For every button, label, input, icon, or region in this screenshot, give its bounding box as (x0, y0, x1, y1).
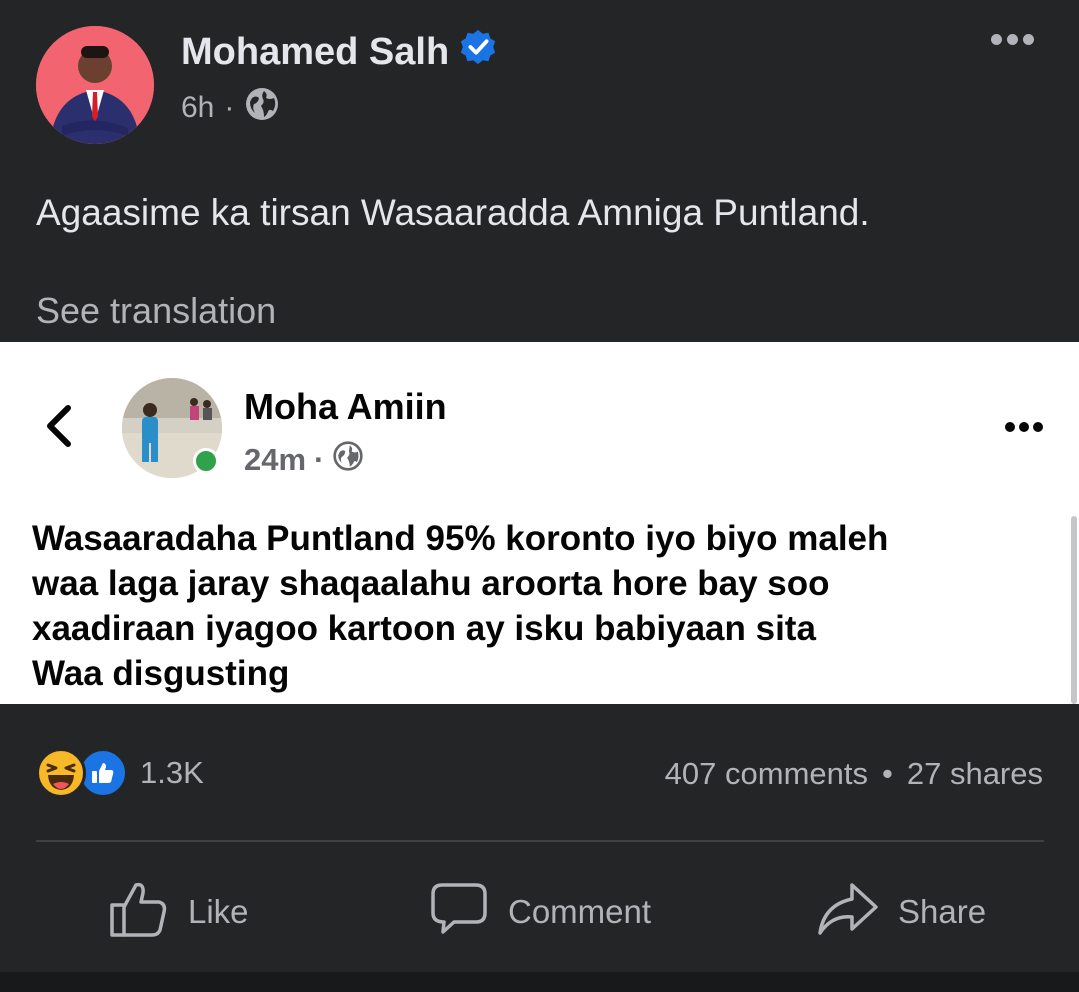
author-avatar[interactable] (36, 26, 154, 144)
comment-bubble-icon (428, 877, 490, 947)
shared-post-line: Wasaaradaha Puntland 95% koronto iyo biy… (32, 519, 889, 558)
more-dot (1005, 422, 1015, 432)
bottom-edge (0, 972, 1079, 992)
shared-more-options-icon (1005, 422, 1043, 432)
like-label: Like (188, 893, 249, 930)
reactions-summary[interactable]: 1.3K (36, 748, 204, 798)
see-translation-link[interactable]: See translation (36, 290, 276, 332)
shares-count-link[interactable]: 27 shares (907, 756, 1043, 792)
comment-label: Comment (508, 893, 652, 930)
shared-author-name: Moha Amiin (244, 386, 447, 427)
share-button[interactable]: Share (816, 872, 986, 952)
shared-post-meta: 24m · (244, 440, 364, 480)
thumbs-up-icon (108, 877, 170, 947)
share-arrow-icon (816, 877, 880, 947)
more-dot (1019, 422, 1029, 432)
like-button[interactable]: Like (108, 872, 249, 952)
shared-meta-separator: · (314, 442, 325, 477)
reactions-count[interactable]: 1.3K (140, 755, 204, 791)
shared-scrollbar (1071, 516, 1077, 704)
post-time[interactable]: 6h (181, 91, 214, 125)
shared-post-image[interactable]: Moha Amiin 24m · Wasaaradaha Puntland 95… (0, 342, 1079, 704)
shared-post-line: Waa disgusting (32, 654, 290, 693)
shared-post-line: waa laga jaray shaqaalahu aroorta hore b… (32, 564, 830, 603)
more-options-icon-dot (991, 34, 1002, 45)
chevron-left-icon (42, 404, 74, 453)
action-bar: Like Comment Share (0, 872, 1079, 952)
online-status-indicator (193, 448, 219, 474)
share-label: Share (898, 893, 987, 930)
more-options-icon-dot (1007, 34, 1018, 45)
actions-divider (36, 840, 1044, 842)
author-name[interactable]: Mohamed Salh (181, 31, 449, 74)
stats-separator: • (882, 756, 893, 791)
post-text: Agaasime ka tirsan Wasaaradda Amniga Pun… (36, 192, 870, 233)
more-dot (1033, 422, 1043, 432)
comment-button[interactable]: Comment (428, 872, 651, 952)
shared-post-time: 24m (244, 442, 307, 477)
more-options-button[interactable] (991, 34, 1034, 45)
more-options-icon-dot (1023, 34, 1034, 45)
shared-post-line: xaadiraan iyagoo kartoon ay isku babiyaa… (32, 609, 816, 648)
globe-icon (332, 440, 364, 480)
engagement-stats: 407 comments • 27 shares (665, 756, 1043, 792)
haha-reaction-icon (36, 748, 86, 798)
comments-count-link[interactable]: 407 comments (665, 756, 868, 792)
shared-post-text: Wasaaradaha Puntland 95% koronto iyo biy… (32, 516, 1032, 696)
author-name-row: Mohamed Salh (181, 28, 497, 76)
verified-badge-icon (459, 28, 497, 76)
post-meta: 6h · (181, 86, 280, 130)
meta-separator: · (224, 91, 235, 124)
globe-icon[interactable] (244, 86, 280, 130)
post-header: Mohamed Salh 6h · (36, 26, 1046, 146)
